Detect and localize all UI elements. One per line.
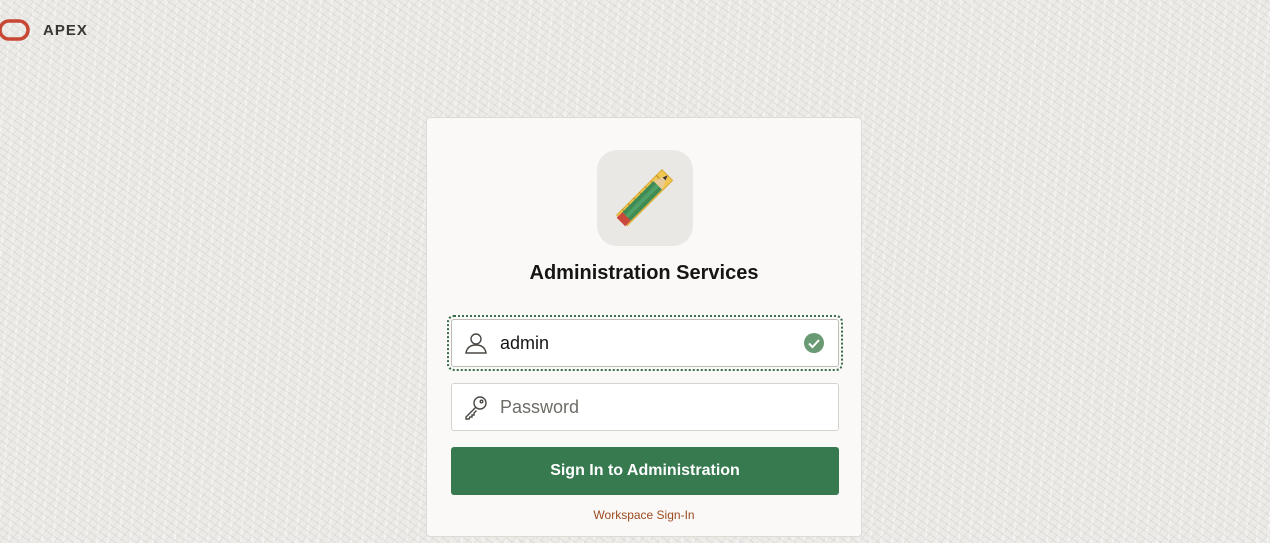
oracle-logo-icon <box>0 19 30 41</box>
workspace-sign-in-link[interactable]: Workspace Sign-In <box>427 508 861 522</box>
username-field[interactable] <box>447 315 843 371</box>
brand: APEX <box>0 18 88 42</box>
sign-in-button[interactable]: Sign In to Administration <box>451 447 839 495</box>
password-input[interactable] <box>500 387 838 427</box>
user-icon <box>452 320 500 366</box>
check-circle-icon <box>804 333 824 353</box>
pencil-ruler-icon <box>597 150 693 246</box>
key-icon <box>452 384 500 430</box>
username-input[interactable] <box>500 323 802 363</box>
password-field[interactable] <box>451 383 839 431</box>
brand-name: APEX <box>43 21 88 39</box>
login-card: Administration Services Sign In to Admin… <box>426 117 862 537</box>
page-title: Administration Services <box>529 262 759 284</box>
